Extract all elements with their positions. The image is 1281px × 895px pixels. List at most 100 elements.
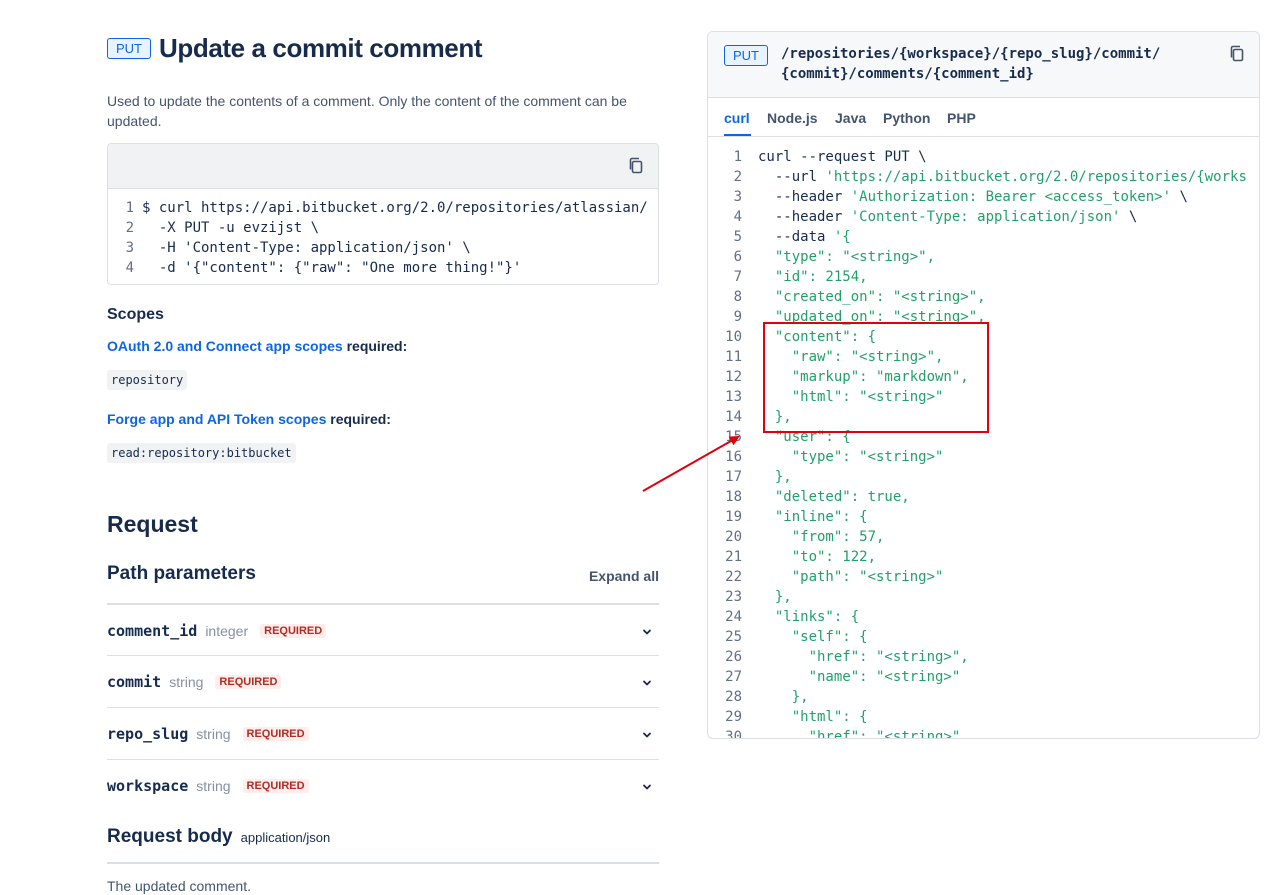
line-number: 22 xyxy=(725,569,742,585)
code-text: }, xyxy=(758,467,792,487)
copy-icon[interactable] xyxy=(627,157,645,175)
oauth-scopes-link[interactable]: OAuth 2.0 and Connect app scopes xyxy=(107,338,343,354)
language-tabs: curl Node.js Java Python PHP xyxy=(708,98,1259,137)
tab-php[interactable]: PHP xyxy=(947,110,976,126)
param-type: string xyxy=(196,726,231,742)
code-text: --header 'Authorization: Bearer <access_… xyxy=(758,187,1188,207)
code-string: "html": { xyxy=(758,709,868,725)
code-string: }, xyxy=(758,469,792,485)
line-number: 15 xyxy=(725,429,742,445)
request-body-heading: Request body xyxy=(107,826,233,847)
code-line: 8 "created_on": "<string>", xyxy=(708,287,1247,307)
forge-scope-chip: read:repository:bitbucket xyxy=(107,443,296,463)
code-line: 3 -H 'Content-Type: application/json' \ xyxy=(108,238,658,258)
param-name: workspace xyxy=(107,777,189,795)
tab-python[interactable]: Python xyxy=(883,110,930,126)
line-number: 1 xyxy=(733,149,742,165)
code-block-header xyxy=(108,144,658,189)
code-text: "name": "<string>" xyxy=(758,667,961,687)
code-text: "href": "<string>", xyxy=(758,727,969,738)
code-line: 2 -X PUT -u evzijst \ xyxy=(108,218,658,238)
line-number: 5 xyxy=(733,229,742,245)
line-number: 11 xyxy=(725,349,742,365)
code-line: 27 "name": "<string>" xyxy=(708,667,1247,687)
required-badge: REQUIRED xyxy=(215,675,282,689)
code-line: 30 "href": "<string>", xyxy=(708,727,1247,739)
panel-header: PUT /repositories/{workspace}/{repo_slug… xyxy=(708,32,1259,98)
line-number: 1 xyxy=(125,200,134,216)
chevron-down-icon[interactable] xyxy=(641,780,653,798)
line-number: 6 xyxy=(733,249,742,265)
example-code: 1 $ curl https://api.bitbucket.org/2.0/re… xyxy=(108,189,658,278)
line-number: 23 xyxy=(725,589,742,605)
code-string: '{ xyxy=(833,229,851,245)
tab-java[interactable]: Java xyxy=(835,110,866,126)
chevron-down-icon[interactable] xyxy=(641,676,653,694)
endpoint-path-line-1: /repositories/{workspace}/{repo_slug}/co… xyxy=(781,46,1161,62)
code-text: "to": 122, xyxy=(758,547,876,567)
required-badge: REQUIRED xyxy=(260,624,327,638)
code-text: }, xyxy=(758,687,809,707)
copy-icon[interactable] xyxy=(1228,45,1246,63)
chevron-down-icon[interactable] xyxy=(641,728,653,746)
code-text: --url 'https://api.bitbucket.org/2.0/rep… xyxy=(758,167,1247,187)
code-line: 7 "id": 2154, xyxy=(708,267,1247,287)
forge-scopes-line: Forge app and API Token scopes required: xyxy=(107,411,391,427)
code-text: "path": "<string>" xyxy=(758,567,944,587)
request-body-heading-row: Request body application/json xyxy=(107,826,330,848)
line-number: 20 xyxy=(725,529,742,545)
path-param-workspace[interactable]: workspace string REQUIRED xyxy=(107,759,659,812)
line-number: 8 xyxy=(733,289,742,305)
required-badge: REQUIRED xyxy=(242,779,309,793)
line-number: 27 xyxy=(725,669,742,685)
oauth-scopes-line: OAuth 2.0 and Connect app scopes require… xyxy=(107,338,407,354)
code-text: "type": "<string>", xyxy=(758,247,935,267)
param-info: comment_id integer REQUIRED xyxy=(107,622,327,640)
param-info: repo_slug string REQUIRED xyxy=(107,725,309,743)
path-param-commit[interactable]: commit string REQUIRED xyxy=(107,655,659,708)
code-line: 5 --data '{ xyxy=(708,227,1247,247)
code-line: 18 "deleted": true, xyxy=(708,487,1247,507)
param-name: comment_id xyxy=(107,622,198,640)
line-number: 30 xyxy=(725,729,742,739)
tab-curl[interactable]: curl xyxy=(724,110,750,126)
code-line: 22 "path": "<string>" xyxy=(708,567,1247,587)
code-line: 16 "type": "<string>" xyxy=(708,447,1247,467)
path-param-comment-id[interactable]: comment_id integer REQUIRED xyxy=(107,603,659,657)
line-number: 14 xyxy=(725,409,742,425)
code-plain: curl --request PUT \ xyxy=(758,149,927,165)
line-number: 4 xyxy=(733,209,742,225)
line-number: 24 xyxy=(725,609,742,625)
request-heading: Request xyxy=(107,511,198,537)
forge-scopes-link[interactable]: Forge app and API Token scopes xyxy=(107,411,326,427)
code-text: $ curl https://api.bitbucket.org/2.0/rep… xyxy=(142,200,648,216)
line-number: 10 xyxy=(725,329,742,345)
param-name: repo_slug xyxy=(107,725,189,743)
tab-nodejs[interactable]: Node.js xyxy=(767,110,818,126)
code-line: 4 -d '{"content": {"raw": "One more thin… xyxy=(108,258,658,278)
code-text: "links": { xyxy=(758,607,859,627)
line-number: 13 xyxy=(725,389,742,405)
code-text: -X PUT -u evzijst \ xyxy=(142,220,320,236)
code-string: "links": { xyxy=(758,609,860,625)
title-row: PUT Update a commit comment xyxy=(107,33,482,64)
request-body-description: The updated comment. xyxy=(107,878,251,894)
code-string: 'Content-Type: application/json' xyxy=(850,209,1121,225)
line-number: 26 xyxy=(725,649,742,665)
code-text: "href": "<string>", xyxy=(758,647,969,667)
code-string: 'Authorization: Bearer <access_token>' xyxy=(850,189,1172,205)
code-plain: --url xyxy=(758,169,826,185)
expand-all-button[interactable]: Expand all xyxy=(589,568,659,584)
endpoint-description: Used to update the contents of a comment… xyxy=(107,93,627,129)
chevron-down-icon[interactable] xyxy=(641,625,653,643)
curl-code-sample: 1 curl --request PUT \ 2 --url 'https://ap… xyxy=(708,147,1247,739)
code-line: 29 "html": { xyxy=(708,707,1247,727)
code-string: "created_on": "<string>", xyxy=(758,289,986,305)
param-name: commit xyxy=(107,673,162,691)
code-text: "from": 57, xyxy=(758,527,885,547)
param-info: workspace string REQUIRED xyxy=(107,777,309,795)
example-code-block: 1 $ curl https://api.bitbucket.org/2.0/re… xyxy=(107,143,659,285)
path-param-repo-slug[interactable]: repo_slug string REQUIRED xyxy=(107,707,659,760)
request-body-content-type: application/json xyxy=(240,830,331,845)
active-tab-indicator xyxy=(724,134,751,136)
